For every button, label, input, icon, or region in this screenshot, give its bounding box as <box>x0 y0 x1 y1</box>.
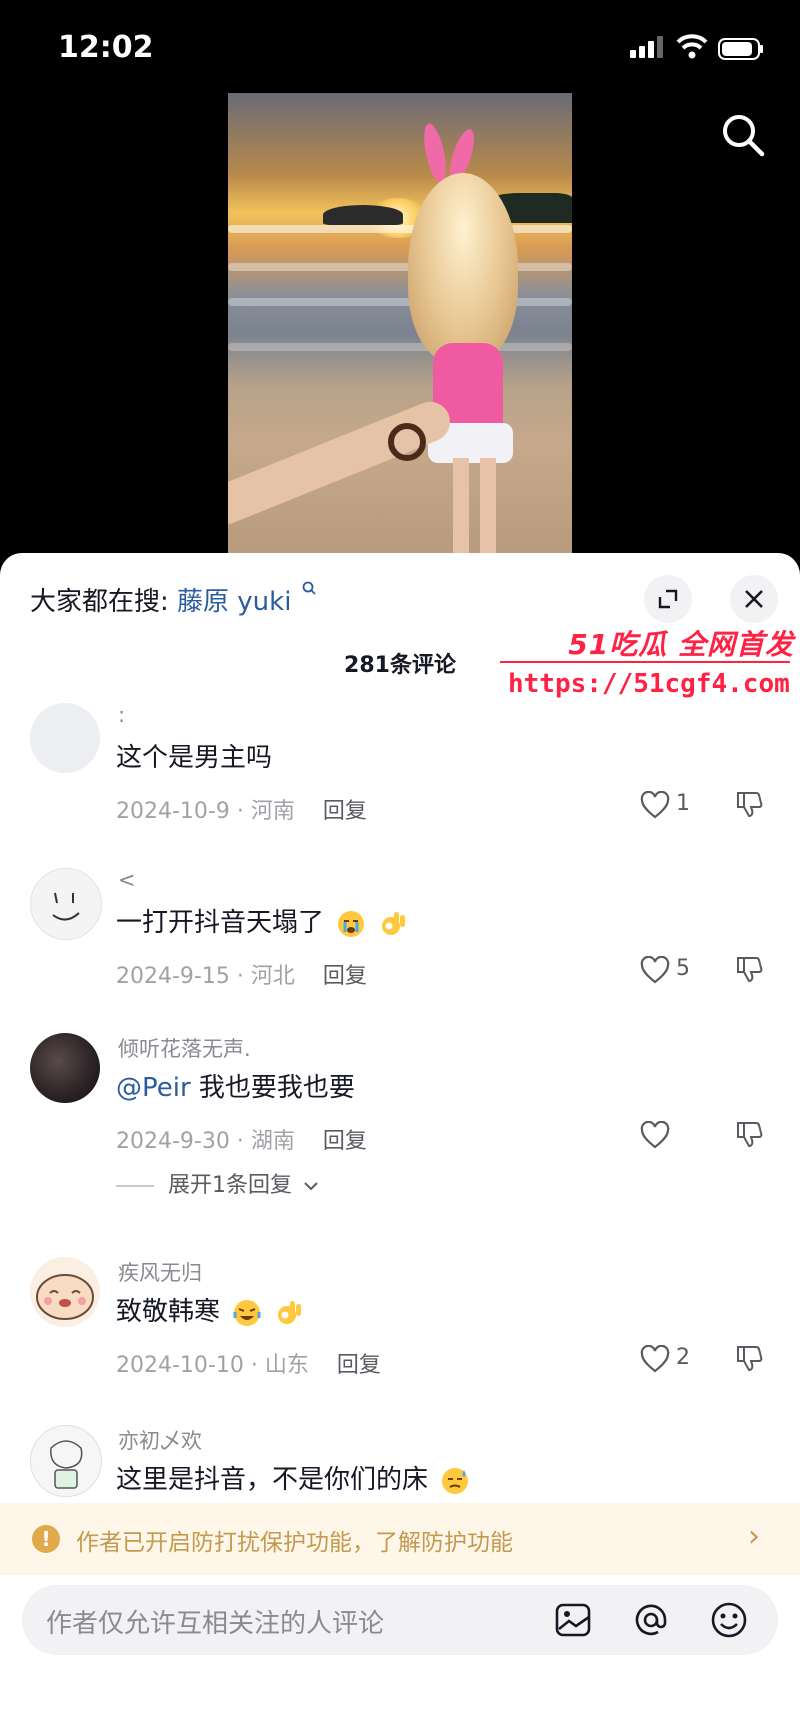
comment-username[interactable]: < <box>118 868 136 892</box>
comment-username[interactable]: 疾风无归 <box>118 1257 202 1287</box>
emoji-icon[interactable] <box>710 1601 748 1639</box>
ok-hand-emoji-icon <box>381 911 405 935</box>
expand-icon <box>658 589 678 609</box>
status-time: 12:02 <box>58 30 154 65</box>
comment-username[interactable]: : <box>118 703 125 727</box>
comment-date-location: 2024-9-15 · 河北 <box>116 964 295 989</box>
dislike-icon[interactable] <box>734 1119 764 1149</box>
cellular-signal-icon <box>630 36 663 58</box>
reply-button[interactable]: 回复 <box>337 1353 381 1378</box>
battery-icon <box>718 38 763 60</box>
search-icon[interactable] <box>720 112 766 158</box>
status-bar: 12:02 <box>0 0 800 100</box>
comment-date-location: 2024-9-30 · 湖南 <box>116 1129 295 1154</box>
hot-search-bar[interactable]: 大家都在搜: 藤原 yuki <box>30 581 316 618</box>
avatar[interactable] <box>30 868 102 940</box>
comment-username[interactable]: 倾听花落无声. <box>118 1033 251 1063</box>
expand-replies-label: 展开1条回复 <box>168 1173 292 1198</box>
comment-input[interactable]: 作者仅允许互相关注的人评论 <box>22 1585 778 1655</box>
like-button[interactable]: 1 <box>640 789 712 821</box>
comment-meta: 2024-9-30 · 湖南 回复 <box>116 1123 367 1155</box>
comment-meta: 2024-10-9 · 河南 回复 <box>116 793 367 825</box>
dislike-icon[interactable] <box>734 954 764 984</box>
reply-button[interactable]: 回复 <box>323 964 367 989</box>
comment-text: 一打开抖音天塌了 <box>116 902 409 939</box>
hot-search-prefix: 大家都在搜: <box>30 587 169 617</box>
like-count: 5 <box>676 956 690 981</box>
laughing-crying-emoji-icon <box>233 1299 261 1326</box>
comment-username[interactable]: 亦初乄欢 <box>118 1425 202 1455</box>
avatar[interactable] <box>30 703 100 773</box>
dislike-icon[interactable] <box>734 789 764 819</box>
wifi-icon <box>676 34 708 59</box>
hot-search-keyword[interactable]: 藤原 yuki <box>177 587 291 617</box>
comment-text: 这个是男主吗 <box>116 743 273 773</box>
sweat-emoji-icon <box>442 1467 469 1494</box>
comment-text: 致敬韩寒 <box>116 1291 305 1328</box>
like-count: 1 <box>676 791 690 816</box>
expand-button[interactable] <box>644 575 692 623</box>
reply-button[interactable]: 回复 <box>323 799 367 824</box>
chevron-down-icon <box>304 1182 318 1191</box>
mention-icon[interactable] <box>632 1601 670 1639</box>
comment-text-body: 一打开抖音天塌了 <box>116 908 325 938</box>
watermark-url: https://51cgf4.com <box>508 669 790 699</box>
anti-harassment-notice[interactable]: ! 作者已开启防打扰保护功能，了解防护功能 › <box>0 1503 800 1575</box>
image-icon[interactable] <box>554 1601 592 1639</box>
heart-icon <box>640 791 670 819</box>
comment-date-location: 2024-10-9 · 河南 <box>116 799 295 824</box>
video-thumbnail[interactable] <box>228 93 572 553</box>
watermark-title: 51吃瓜 全网首发 <box>568 628 794 661</box>
like-count: 2 <box>676 1345 690 1370</box>
like-button[interactable]: 5 <box>640 954 712 986</box>
comment-sheet: 大家都在搜: 藤原 yuki 281条评论 51吃瓜 全网首发 https://… <box>0 553 800 1732</box>
comment-text: @Peir 我也要我也要 <box>116 1067 355 1104</box>
notice-text: 作者已开启防打扰保护功能，了解防护功能 <box>76 1530 513 1556</box>
reply-button[interactable]: 回复 <box>323 1129 367 1154</box>
comment-meta: 2024-9-15 · 河北 回复 <box>116 958 367 990</box>
crying-emoji-icon <box>338 910 365 937</box>
chevron-right-icon: › <box>748 1519 760 1554</box>
close-icon <box>745 590 763 608</box>
comment-text-body: 我也要我也要 <box>190 1073 355 1103</box>
heart-icon <box>640 956 670 984</box>
ok-hand-emoji-icon <box>277 1300 301 1324</box>
expand-replies-button[interactable]: 展开1条回复 <box>116 1167 319 1199</box>
comment-text-body: 这里是抖音，不是你们的床 <box>116 1465 429 1495</box>
avatar[interactable] <box>30 1033 100 1103</box>
avatar[interactable] <box>30 1425 102 1497</box>
comment-text-body: 致敬韩寒 <box>116 1297 221 1327</box>
watermark: 51吃瓜 全网首发 https://51cgf4.com <box>500 623 800 703</box>
comment-mention[interactable]: @Peir <box>116 1073 191 1103</box>
comment-input-placeholder: 作者仅允许互相关注的人评论 <box>46 1609 385 1639</box>
heart-icon <box>640 1345 670 1373</box>
comment-meta: 2024-10-10 · 山东 回复 <box>116 1347 381 1379</box>
like-button[interactable]: 2 <box>640 1343 712 1375</box>
avatar[interactable] <box>30 1257 100 1327</box>
info-icon: ! <box>32 1525 60 1553</box>
close-button[interactable] <box>730 575 778 623</box>
like-button[interactable] <box>640 1119 712 1151</box>
comment-date-location: 2024-10-10 · 山东 <box>116 1353 309 1378</box>
dislike-icon[interactable] <box>734 1343 764 1373</box>
search-small-icon <box>302 581 316 595</box>
heart-icon <box>640 1121 670 1149</box>
comment-text: 这里是抖音，不是你们的床 <box>116 1459 470 1496</box>
